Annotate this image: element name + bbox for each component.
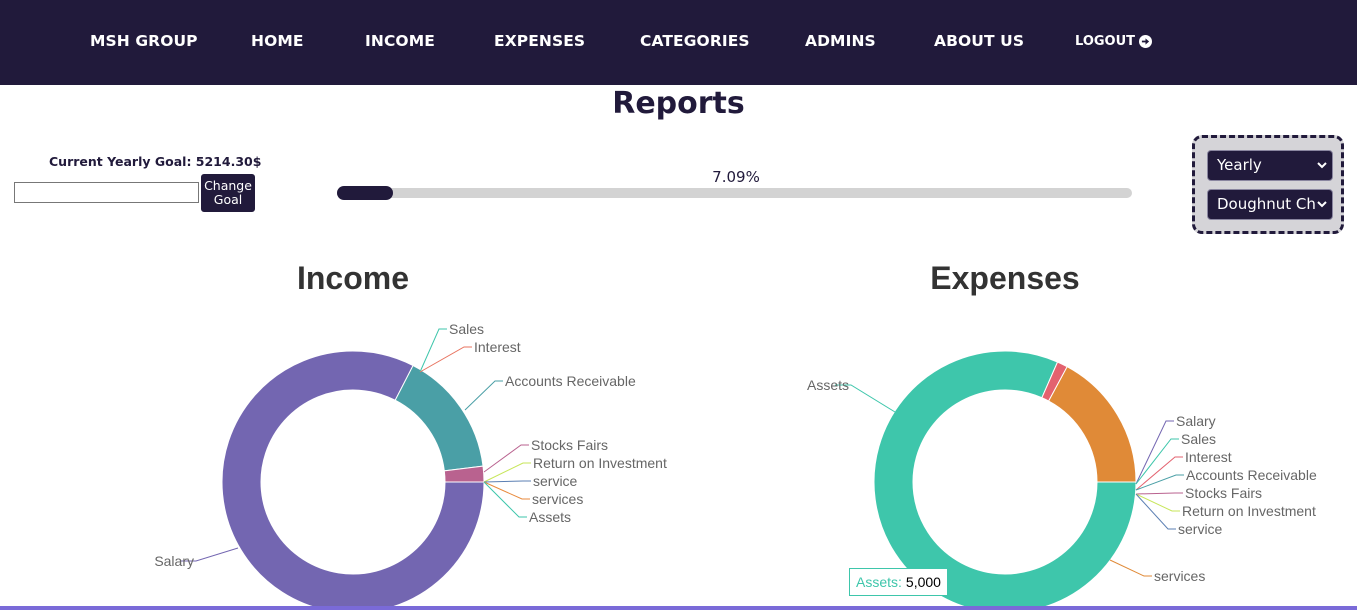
label-leader-line (1135, 492, 1183, 495)
chart-tooltip: Assets: 5,000 (849, 568, 948, 596)
slice-label: Return on Investment (533, 455, 667, 471)
slice-label: Stocks Fairs (1185, 485, 1262, 501)
label-leader-line (483, 481, 527, 518)
slice-label: Salary (154, 553, 194, 569)
slice-label: services (1154, 568, 1205, 584)
slice-label: services (532, 491, 583, 507)
tooltip-value: 5,000 (905, 574, 941, 590)
doughnut-charts: Salary Sales Interest Accounts Receivable St… (154, 321, 1317, 610)
doughnut-slice-accounts-receivable[interactable] (394, 364, 484, 472)
label-leader-line (1135, 456, 1183, 491)
doughnut-slice-services[interactable] (1047, 366, 1137, 483)
slice-label: Sales (1181, 431, 1216, 447)
slice-label: Interest (1185, 449, 1232, 465)
slice-label: Stocks Fairs (531, 437, 608, 453)
slice-label: Interest (474, 339, 521, 355)
slice-label: Assets (807, 377, 849, 393)
label-leader-line (419, 328, 447, 373)
label-leader-line (483, 444, 529, 473)
label-leader-line (419, 346, 472, 373)
label-leader-line (483, 481, 530, 500)
slice-label: Accounts Receivable (505, 373, 636, 389)
tooltip-name: Assets: (856, 574, 902, 590)
label-leader-line (1135, 493, 1180, 512)
slice-label: service (1178, 521, 1223, 537)
label-leader-line (464, 380, 503, 411)
label-leader-line (483, 480, 531, 483)
slice-label: service (533, 473, 578, 489)
label-leader-line (1109, 559, 1152, 577)
bottom-accent-bar (0, 606, 1357, 610)
slice-label: Accounts Receivable (1186, 467, 1317, 483)
label-leader-line (1135, 493, 1176, 530)
slice-label: Sales (449, 321, 484, 337)
label-leader-line (1135, 474, 1184, 491)
label-leader-line (483, 462, 531, 483)
slice-label: Return on Investment (1182, 503, 1316, 519)
slice-label: Salary (1176, 413, 1216, 429)
label-leader-line (1135, 438, 1179, 485)
slice-label: Assets (529, 509, 571, 525)
